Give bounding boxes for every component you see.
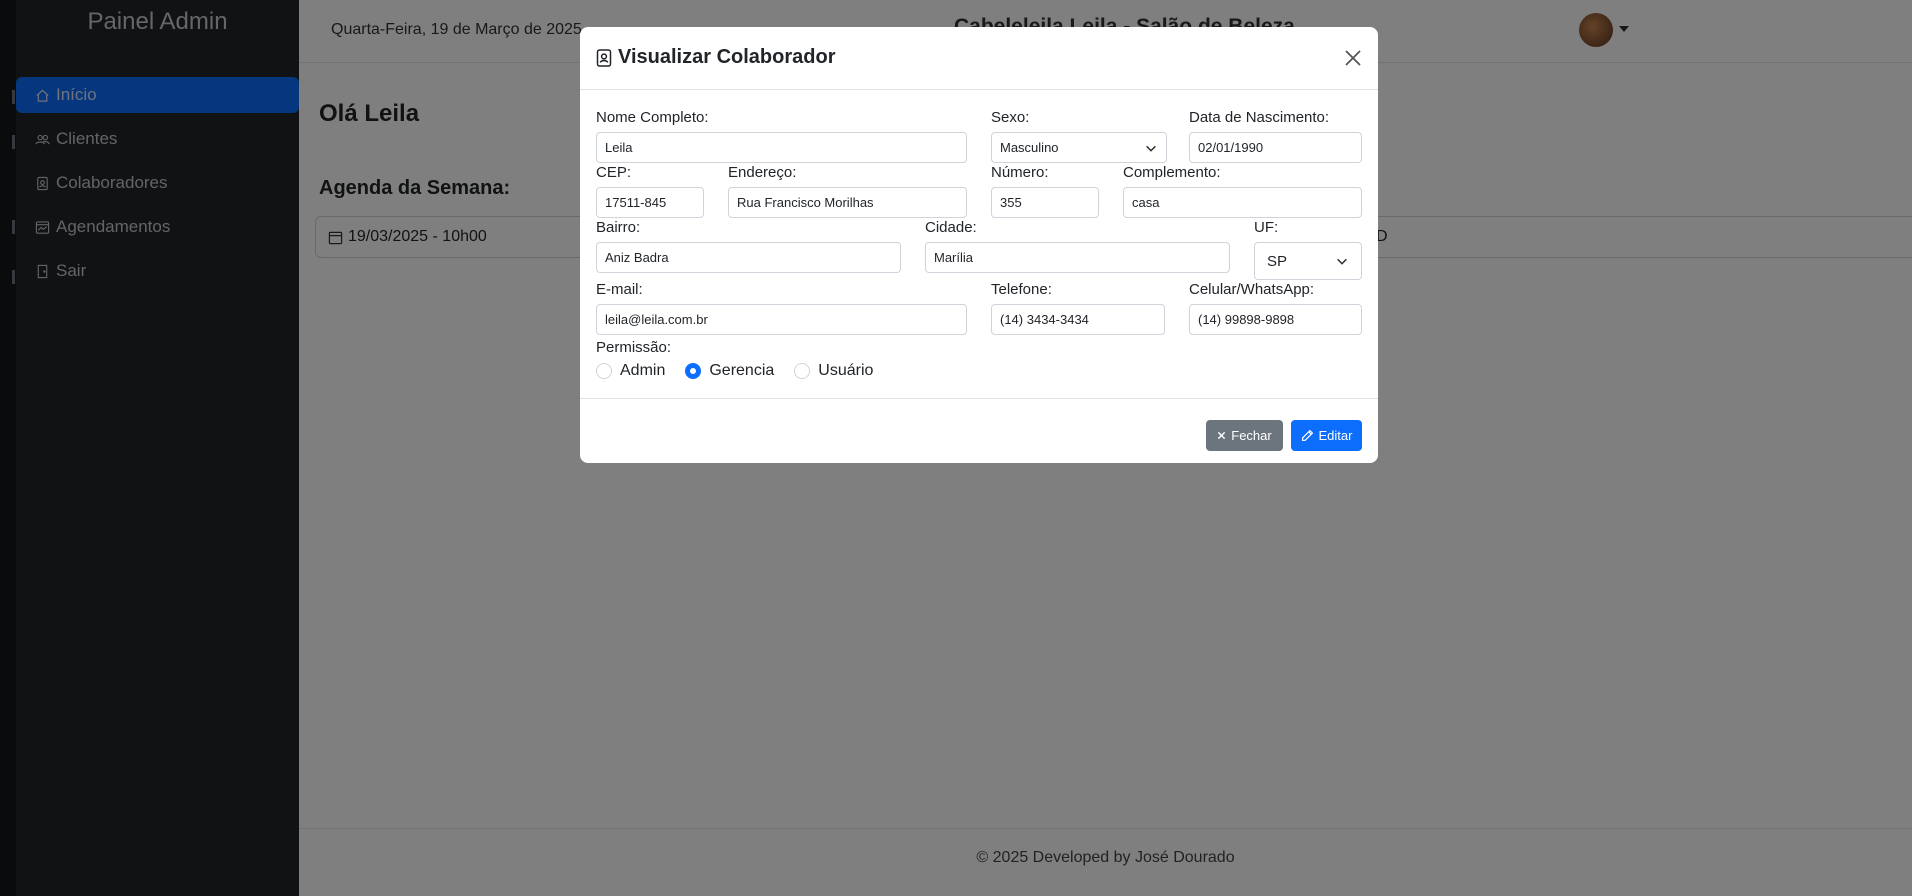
- person-badge-icon: [596, 48, 612, 67]
- chevron-down-icon: [1335, 254, 1349, 268]
- modal-title-text: Visualizar Colaborador: [618, 46, 836, 68]
- close-button-label: Fechar: [1231, 428, 1272, 443]
- uf-select[interactable]: SP: [1254, 242, 1362, 280]
- cep-field[interactable]: 17511-845: [596, 187, 704, 218]
- nascimento-label: Data de Nascimento:: [1189, 109, 1330, 126]
- close-button[interactable]: Fechar: [1206, 420, 1283, 451]
- modal-header: Visualizar Colaborador: [580, 27, 1378, 90]
- close-icon[interactable]: [1342, 47, 1364, 69]
- nome-label: Nome Completo:: [596, 109, 709, 126]
- uf-select-value: SP: [1267, 252, 1288, 270]
- email-field[interactable]: leila@leila.com.br: [596, 304, 967, 335]
- celular-field[interactable]: (14) 99898-9898: [1189, 304, 1362, 335]
- telefone-field[interactable]: (14) 3434-3434: [991, 304, 1165, 335]
- numero-label: Número:: [991, 164, 1049, 181]
- endereco-field[interactable]: Rua Francisco Morilhas: [728, 187, 967, 218]
- radio-admin-input[interactable]: [596, 363, 612, 379]
- pencil-icon: [1301, 429, 1314, 442]
- cidade-label: Cidade:: [925, 219, 977, 236]
- email-label: E-mail:: [596, 281, 643, 298]
- radio-admin[interactable]: Admin: [596, 362, 665, 380]
- modal-body: Nome Completo: Leila Sexo: Masculino Dat…: [580, 90, 1378, 388]
- chevron-down-icon: [1144, 141, 1158, 155]
- nascimento-field[interactable]: 02/01/1990: [1189, 132, 1362, 163]
- telefone-label: Telefone:: [991, 281, 1052, 298]
- edit-button-label: Editar: [1318, 428, 1353, 443]
- sexo-label: Sexo:: [991, 109, 1030, 126]
- radio-usuario[interactable]: Usuário: [794, 362, 873, 380]
- radio-admin-label: Admin: [620, 362, 666, 379]
- complemento-label: Complemento:: [1123, 164, 1221, 181]
- permission-radio-group: Admin Gerencia Usuário: [596, 362, 893, 380]
- permissao-label: Permissão:: [596, 339, 672, 356]
- bairro-label: Bairro:: [596, 219, 641, 236]
- complemento-field[interactable]: casa: [1123, 187, 1362, 218]
- edit-button[interactable]: Editar: [1291, 420, 1362, 451]
- radio-gerencia-label: Gerencia: [709, 362, 775, 379]
- close-icon: [1217, 431, 1226, 440]
- view-collaborator-modal: Visualizar Colaborador Nome Completo: Le…: [580, 27, 1378, 463]
- cep-label: CEP:: [596, 164, 632, 181]
- cidade-field[interactable]: Marília: [925, 242, 1230, 273]
- bairro-field[interactable]: Aniz Badra: [596, 242, 901, 273]
- numero-field[interactable]: 355: [991, 187, 1099, 218]
- radio-usuario-label: Usuário: [818, 362, 874, 379]
- endereco-label: Endereço:: [728, 164, 797, 181]
- radio-usuario-input[interactable]: [794, 363, 811, 379]
- modal-footer: Fechar Editar: [580, 398, 1378, 463]
- modal-title: Visualizar Colaborador: [596, 46, 835, 69]
- sexo-select[interactable]: Masculino: [991, 132, 1167, 163]
- radio-gerencia[interactable]: Gerencia: [685, 362, 774, 380]
- uf-label: UF:: [1254, 219, 1279, 236]
- nome-field[interactable]: Leila: [596, 132, 967, 163]
- sexo-select-value: Masculino: [1000, 140, 1059, 155]
- celular-label: Celular/WhatsApp:: [1189, 281, 1315, 298]
- radio-gerencia-input[interactable]: [685, 363, 702, 379]
